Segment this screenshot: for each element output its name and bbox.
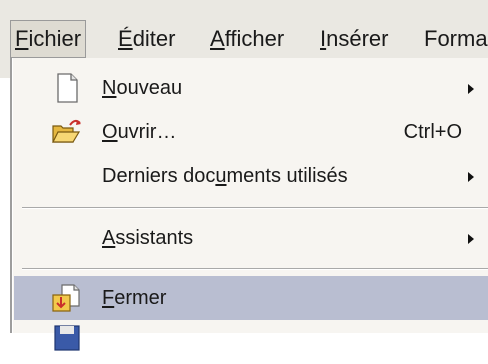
menu-item-text: ouveau — [116, 77, 183, 99]
menu-fichier-mnemonic: F — [15, 26, 29, 51]
menu-item-partial[interactable] — [14, 320, 488, 364]
menu-format[interactable]: Forma — [424, 20, 488, 58]
shortcut-label: Ctrl+O — [403, 121, 462, 143]
menu-item-label: Ouvrir… — [102, 110, 176, 154]
menu-item-text: ssistants — [115, 227, 194, 249]
menu-inserer[interactable]: Insérer — [320, 20, 388, 58]
menu-format-label: Forma — [424, 26, 488, 51]
menu-item-fermer[interactable]: Fermer — [14, 276, 488, 320]
menu-item-label: Derniers documents utilisés — [102, 154, 348, 198]
menu-item-assistants[interactable]: Assistants — [14, 216, 488, 260]
menu-item-label: Nouveau — [102, 66, 182, 110]
menu-item-ouvrir[interactable]: Ouvrir… Ctrl+O — [14, 110, 488, 154]
menu-item-text: ermer — [114, 287, 167, 309]
menu-editer[interactable]: Éditer — [118, 20, 175, 58]
save-icon — [50, 324, 84, 356]
menu-item-label: Fermer — [102, 276, 166, 320]
menu-editer-mnemonic: É — [118, 26, 133, 51]
menu-afficher-mnemonic: A — [210, 26, 225, 51]
menu-inserer-label: nsérer — [326, 26, 389, 51]
open-folder-icon — [50, 116, 84, 148]
menu-separator — [22, 207, 488, 209]
mnemonic-letter: F — [102, 287, 115, 309]
submenu-arrow-icon — [468, 84, 474, 94]
menu-item-text: Derniers doc — [102, 165, 216, 187]
menu-item-derniers-documents[interactable]: Derniers documents utilisés — [14, 154, 488, 198]
mnemonic-letter: A — [102, 227, 116, 249]
menu-afficher[interactable]: Afficher — [210, 20, 284, 58]
close-document-icon — [50, 282, 84, 314]
menu-afficher-label: fficher — [224, 26, 285, 51]
fichier-dropdown-menu: Nouveau Ouvrir… Ctrl+O Derniers document… — [10, 58, 488, 351]
new-document-icon — [50, 72, 84, 104]
submenu-arrow-icon — [468, 234, 474, 244]
mnemonic-letter: O — [102, 121, 118, 143]
mnemonic-letter: u — [215, 165, 227, 187]
menu-item-text: uvrir… — [117, 121, 177, 143]
menu-item-nouveau[interactable]: Nouveau — [14, 66, 488, 110]
menu-item-label: Assistants — [102, 216, 193, 260]
menu-fichier-label: ichier — [28, 26, 82, 51]
mnemonic-letter: N — [102, 77, 117, 99]
menu-editer-label: diter — [132, 26, 176, 51]
menu-fichier[interactable]: Fichier — [10, 20, 87, 58]
menu-item-text: ments utilisés — [226, 165, 348, 187]
submenu-arrow-icon — [468, 172, 474, 182]
menu-separator — [22, 268, 488, 270]
